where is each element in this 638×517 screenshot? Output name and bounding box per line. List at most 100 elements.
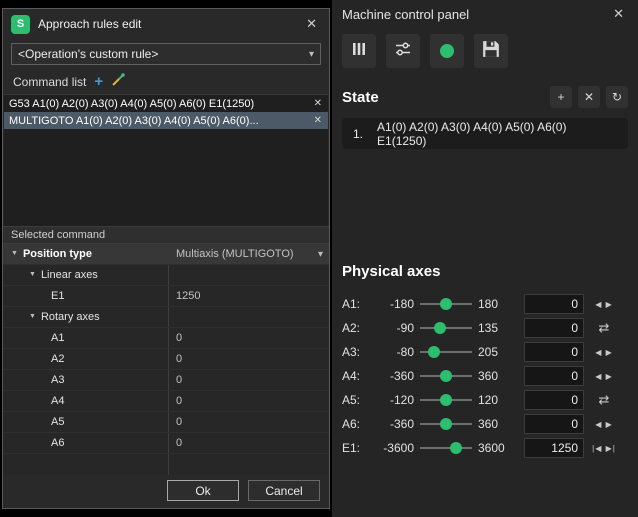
step-arrows-icon[interactable]: ◀ ▶ xyxy=(588,348,620,357)
property-name: A2 xyxy=(51,353,64,365)
axis-row-a6: A6: -360 360 ◀ ▶ xyxy=(342,412,628,436)
property-name: A1 xyxy=(51,332,64,344)
delete-command-icon[interactable]: ✕ xyxy=(311,98,325,109)
property-row-a4[interactable]: A4 0 xyxy=(3,391,329,412)
columns-view-button[interactable] xyxy=(342,34,376,68)
property-row-a2[interactable]: A2 0 xyxy=(3,349,329,370)
slider-knob[interactable] xyxy=(440,370,452,382)
property-name: A3 xyxy=(51,374,64,386)
expander-icon[interactable]: ▼ xyxy=(29,313,36,320)
machine-control-panel: Machine control panel ✕ xyxy=(332,0,638,517)
axis-value-input[interactable] xyxy=(524,366,584,386)
axis-value-input[interactable] xyxy=(524,438,584,458)
slider-knob[interactable] xyxy=(440,298,452,310)
axis-label: A4: xyxy=(342,369,366,383)
command-text: G53 A1(0) A2(0) A3(0) A4(0) A5(0) A6(0) … xyxy=(9,98,254,110)
chevron-down-icon[interactable]: ▾ xyxy=(318,249,323,260)
physical-axes-header: Physical axes xyxy=(332,255,638,290)
axis-max: 135 xyxy=(478,321,520,335)
axis-slider[interactable] xyxy=(418,340,474,364)
rule-selector[interactable]: <Operation's custom rule> ▾ xyxy=(11,43,321,65)
axis-min: -360 xyxy=(370,417,414,431)
step-arrows-icon[interactable]: ◀ ▶ xyxy=(588,300,620,309)
property-value[interactable]: 0 xyxy=(168,437,329,449)
axis-value-input[interactable] xyxy=(524,390,584,410)
property-value[interactable]: 0 xyxy=(168,395,329,407)
axis-value-input[interactable] xyxy=(524,318,584,338)
cycle-axis-icon[interactable]: ⇄ xyxy=(588,392,620,408)
property-row-linear-axes[interactable]: ▼ Linear axes xyxy=(3,265,329,286)
slider-knob[interactable] xyxy=(440,394,452,406)
axis-slider[interactable] xyxy=(418,388,474,412)
cycle-axis-icon[interactable]: ⇄ xyxy=(588,320,620,336)
property-name: E1 xyxy=(51,290,64,302)
property-row-rotary-axes[interactable]: ▼ Rotary axes xyxy=(3,307,329,328)
command-text: MULTIGOTO A1(0) A2(0) A3(0) A4(0) A5(0) … xyxy=(9,115,259,127)
axis-slider[interactable] xyxy=(418,436,474,460)
command-row-selected[interactable]: MULTIGOTO A1(0) A2(0) A3(0) A4(0) A5(0) … xyxy=(4,112,328,129)
cancel-button[interactable]: Cancel xyxy=(248,480,320,501)
insert-command-icon[interactable] xyxy=(111,73,125,90)
property-row-a1[interactable]: A1 0 xyxy=(3,328,329,349)
settings-button[interactable] xyxy=(386,34,420,68)
axis-max: 180 xyxy=(478,297,520,311)
property-row-a5[interactable]: A5 0 xyxy=(3,412,329,433)
panel-close-icon[interactable]: ✕ xyxy=(609,4,628,24)
add-command-icon[interactable]: + xyxy=(94,74,103,89)
axis-slider[interactable] xyxy=(418,364,474,388)
state-item-text: A1(0) A2(0) A3(0) A4(0) A5(0) A6(0) E1(1… xyxy=(377,120,617,148)
property-value[interactable]: 0 xyxy=(168,374,329,386)
delete-state-button[interactable]: ✕ xyxy=(578,86,600,108)
axis-value-input[interactable] xyxy=(524,342,584,362)
machine-status-button[interactable] xyxy=(430,34,464,68)
slider-knob[interactable] xyxy=(440,418,452,430)
state-item-index: 1. xyxy=(353,127,363,141)
property-value[interactable]: 0 xyxy=(168,332,329,344)
panel-title: Machine control panel xyxy=(342,7,469,22)
save-button[interactable] xyxy=(474,34,508,68)
slider-track xyxy=(420,447,472,449)
goto-limits-icon[interactable]: |◀ ▶| xyxy=(588,444,620,453)
reset-state-button[interactable]: ↻ xyxy=(606,86,628,108)
slider-knob[interactable] xyxy=(434,322,446,334)
dialog-title: Approach rules edit xyxy=(38,17,141,31)
add-state-button[interactable]: + xyxy=(550,86,572,108)
settings-sliders-icon xyxy=(394,40,412,63)
command-list: G53 A1(0) A2(0) A3(0) A4(0) A5(0) A6(0) … xyxy=(4,94,328,226)
axis-slider[interactable] xyxy=(418,292,474,316)
axis-min: -3600 xyxy=(370,441,414,455)
expander-icon[interactable]: ▼ xyxy=(29,271,36,278)
columns-icon xyxy=(350,40,368,63)
property-row-a6[interactable]: A6 0 xyxy=(3,433,329,454)
axis-row-a4: A4: -360 360 ◀ ▶ xyxy=(342,364,628,388)
rule-selector-value: <Operation's custom rule> xyxy=(18,47,158,61)
slider-knob[interactable] xyxy=(428,346,440,358)
delete-command-icon[interactable]: ✕ xyxy=(311,115,325,126)
property-row-e1[interactable]: E1 1250 xyxy=(3,286,329,307)
axis-slider[interactable] xyxy=(418,316,474,340)
expander-icon[interactable]: ▼ xyxy=(11,250,18,257)
dialog-buttons: Ok Cancel xyxy=(3,475,329,508)
axis-row-a5: A5: -120 120 ⇄ xyxy=(342,388,628,412)
command-list-label: Command list xyxy=(13,75,86,89)
axis-value-input[interactable] xyxy=(524,294,584,314)
slider-knob[interactable] xyxy=(450,442,462,454)
panel-toolbar xyxy=(332,28,638,78)
command-list-header: Command list + xyxy=(3,71,329,94)
step-arrows-icon[interactable]: ◀ ▶ xyxy=(588,372,620,381)
step-arrows-icon[interactable]: ◀ ▶ xyxy=(588,420,620,429)
ok-button[interactable]: Ok xyxy=(167,480,239,501)
property-value[interactable]: Multiaxis (MULTIGOTO) xyxy=(176,248,294,260)
property-value[interactable]: 0 xyxy=(168,353,329,365)
command-row[interactable]: G53 A1(0) A2(0) A3(0) A4(0) A5(0) A6(0) … xyxy=(4,95,328,112)
axis-max: 360 xyxy=(478,369,520,383)
property-value[interactable]: 1250 xyxy=(168,290,329,302)
property-row-position-type[interactable]: ▼ Position type Multiaxis (MULTIGOTO) ▾ xyxy=(3,244,329,265)
property-row-a3[interactable]: A3 0 xyxy=(3,370,329,391)
dialog-close-icon[interactable]: ✕ xyxy=(302,14,321,34)
state-list-item[interactable]: 1. A1(0) A2(0) A3(0) A4(0) A5(0) A6(0) E… xyxy=(342,118,628,149)
property-value[interactable]: 0 xyxy=(168,416,329,428)
axis-value-input[interactable] xyxy=(524,414,584,434)
axis-slider[interactable] xyxy=(418,412,474,436)
axis-max: 120 xyxy=(478,393,520,407)
